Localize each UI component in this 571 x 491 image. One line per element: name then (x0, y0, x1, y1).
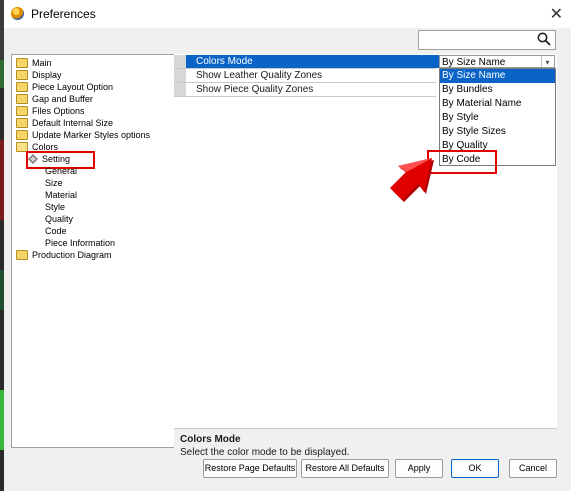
option-by-style[interactable]: By Style (440, 111, 555, 125)
window-title: Preferences (31, 7, 96, 21)
tree-item-code[interactable]: Code (45, 225, 67, 237)
folder-icon (16, 249, 28, 260)
tree-item-piece-information[interactable]: Piece Information (45, 237, 115, 249)
colors-mode-combobox[interactable]: By Size Name ▾ (439, 55, 555, 68)
tree-item-size[interactable]: Size (45, 177, 63, 189)
search-input[interactable] (418, 30, 556, 50)
tree-item-material[interactable]: Material (45, 189, 77, 201)
title-bar: Preferences ✕ (4, 0, 571, 28)
grid-row-label: Show Leather Quality Zones (196, 70, 323, 81)
folder-icon (16, 69, 28, 80)
close-icon[interactable]: ✕ (550, 4, 563, 24)
chevron-down-icon[interactable]: ▾ (541, 56, 553, 67)
tree-item-update-marker-styles[interactable]: Update Marker Styles options (16, 129, 150, 141)
tree-item-main[interactable]: Main (16, 57, 52, 69)
tree-item-quality[interactable]: Quality (45, 213, 73, 225)
tree-item-piece-layout-option[interactable]: Piece Layout Option (16, 81, 113, 93)
tree-item-display[interactable]: Display (16, 69, 62, 81)
app-icon (11, 7, 24, 20)
highlight-box-by-code (427, 150, 497, 174)
preferences-dialog: Main Display Piece Layout Option Gap and… (4, 28, 571, 491)
grid-row-label: Show Piece Quality Zones (196, 84, 314, 95)
tree-item-style[interactable]: Style (45, 201, 65, 213)
grid-row-colors-mode[interactable]: Colors Mode By Size Name ▾ (174, 55, 557, 68)
folder-icon (16, 57, 28, 68)
search-icon[interactable] (537, 32, 551, 46)
tree-item-gap-and-buffer[interactable]: Gap and Buffer (16, 93, 93, 105)
ok-button[interactable]: OK (451, 459, 499, 478)
folder-icon (16, 129, 28, 140)
pointer-arrow-icon (390, 158, 434, 202)
option-by-material-name[interactable]: By Material Name (440, 97, 555, 111)
option-by-style-sizes[interactable]: By Style Sizes (440, 125, 555, 139)
folder-icon (16, 117, 28, 128)
tree-item-production-diagram[interactable]: Production Diagram (16, 249, 112, 261)
description-text: Select the color mode to be displayed. (180, 447, 350, 458)
apply-button[interactable]: Apply (395, 459, 443, 478)
description-title: Colors Mode (180, 434, 241, 445)
tree-item-files-options[interactable]: Files Options (16, 105, 85, 117)
tree-item-general[interactable]: General (45, 165, 77, 177)
folder-icon (16, 93, 28, 104)
restore-all-defaults-button[interactable]: Restore All Defaults (301, 459, 389, 478)
option-by-bundles[interactable]: By Bundles (440, 83, 555, 97)
folder-icon (16, 105, 28, 116)
tree-item-default-internal-size[interactable]: Default Internal Size (16, 117, 113, 129)
option-by-size-name[interactable]: By Size Name (440, 69, 555, 83)
folder-icon (16, 81, 28, 92)
grid-row-label: Colors Mode (196, 56, 253, 67)
restore-page-defaults-button[interactable]: Restore Page Defaults (203, 459, 297, 478)
preferences-tree[interactable]: Main Display Piece Layout Option Gap and… (11, 54, 175, 448)
cancel-button[interactable]: Cancel (509, 459, 557, 478)
